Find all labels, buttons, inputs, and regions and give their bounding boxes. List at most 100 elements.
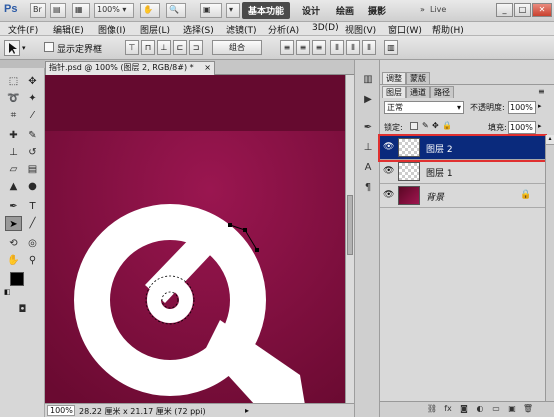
fill-dropdown-icon[interactable]: ▸ [538,122,542,130]
type-icon[interactable]: T [24,199,41,214]
lasso-icon[interactable]: ➰ [5,91,22,106]
healing-brush-icon[interactable]: ✚ [5,128,22,143]
pen-icon[interactable]: ✒ [5,199,22,214]
scroll-up-icon[interactable]: ▴ [546,135,554,145]
distribute-icon-5[interactable]: ⦀ [346,40,360,55]
visibility-eye-icon[interactable]: 👁 [383,166,395,178]
tab-paths[interactable]: 路径 [430,86,454,98]
clone-source-icon[interactable]: ⊥ [360,142,376,156]
minimize-button[interactable]: _ [496,3,513,17]
quick-mask-icon[interactable]: ◘ [14,302,31,317]
lock-image-icon[interactable]: ✎ [422,121,429,130]
menu-view[interactable]: 视图(V) [345,23,376,36]
cs-live-label[interactable]: Live [430,5,446,14]
preset-dropdown-icon[interactable]: ▾ [22,44,26,52]
move-icon[interactable]: ✥ [24,74,41,89]
align-middle-icon[interactable]: ⊓ [141,40,155,55]
maximize-button[interactable]: □ [514,3,531,17]
menu-window[interactable]: 窗口(W) [388,23,422,36]
auto-align-icon[interactable]: ▥ [384,40,398,55]
magic-wand-icon[interactable]: ✦ [24,91,41,106]
default-colors-icon[interactable]: ◧ [4,288,11,296]
layers-scrollbar[interactable]: ▴ [545,135,554,401]
gradient-icon[interactable]: ▤ [24,162,41,177]
arrange-documents-button[interactable]: ▣ [200,3,222,18]
history-brush-icon[interactable]: ↺ [24,145,41,160]
new-group-icon[interactable]: ▭ [490,404,502,415]
align-bottom-icon[interactable]: ⊥ [157,40,171,55]
distribute-icon-4[interactable]: ⦀ [330,40,344,55]
zoom-level-select[interactable]: 100% ▾ [94,3,134,18]
brush-icon[interactable]: ✎ [24,128,41,143]
menu-select[interactable]: 选择(S) [183,23,214,36]
delete-layer-icon[interactable]: 🗑 [522,404,534,415]
menu-filter[interactable]: 滤镜(T) [226,23,257,36]
tab-adjustments[interactable]: 调整 [382,72,406,84]
layer-name[interactable]: 背景 [426,190,444,203]
workspace-more-icon[interactable]: » [420,5,425,14]
path-selection-icon[interactable]: ➤ [5,216,22,231]
panel-menu-icon[interactable]: ≡ [538,87,545,96]
align-left-icon[interactable]: ⊏ [173,40,187,55]
close-tab-icon[interactable]: × [204,62,211,74]
clone-stamp-icon[interactable]: ⊥ [5,145,22,160]
menu-file[interactable]: 文件(F) [8,23,38,36]
eraser-icon[interactable]: ▱ [5,162,22,177]
crop-icon[interactable]: ⌗ [5,108,22,123]
actions-panel-icon[interactable]: ▶ [360,94,376,108]
menu-analysis[interactable]: 分析(A) [268,23,299,36]
visibility-eye-icon[interactable]: 👁 [383,190,395,202]
distribute-icon-3[interactable]: ≡ [312,40,326,55]
minibridge-button[interactable]: ▤ [50,3,66,18]
distribute-icon-1[interactable]: ≡ [280,40,294,55]
layer-name[interactable]: 图层 1 [426,166,453,179]
status-zoom-field[interactable]: 100% [47,405,75,416]
foreground-color-swatch[interactable] [10,272,24,286]
add-mask-icon[interactable]: ◙ [458,404,470,415]
view-extras-button[interactable]: ▦ [72,3,90,18]
zoom-tool-button[interactable]: 🔍 [166,3,186,18]
opacity-field[interactable]: 100% [508,101,536,114]
3d-orbit-icon[interactable]: ◎ [24,236,41,251]
history-panel-icon[interactable]: ▥ [360,74,376,88]
menu-help[interactable]: 帮助(H) [432,23,464,36]
align-right-icon[interactable]: ⊐ [189,40,203,55]
layer-row-background[interactable]: 👁 背景 🔒 [380,184,550,208]
lock-transparency-icon[interactable] [410,122,418,130]
tab-layers[interactable]: 图层 [382,86,406,98]
tab-masks[interactable]: 蒙版 [406,72,430,84]
rect-marquee-icon[interactable]: ⬚ [5,74,22,89]
move-tool-preset-icon[interactable] [4,40,20,56]
blend-mode-select[interactable]: 正常 ▾ [384,101,464,114]
character-panel-icon[interactable]: A [360,162,376,176]
workspace-design[interactable]: 设计 [296,2,326,19]
adjustment-layer-icon[interactable]: ◐ [474,404,486,415]
paragraph-panel-icon[interactable]: ¶ [360,182,376,196]
dodge-icon[interactable]: ● [24,179,41,194]
align-top-icon[interactable]: ⊤ [125,40,139,55]
hand-icon[interactable]: ✋ [5,253,22,268]
lock-position-icon[interactable]: ✥ [432,121,439,130]
scrollbar-thumb[interactable] [347,195,353,255]
link-layers-icon[interactable]: ⛓ [426,404,438,415]
menu-3d[interactable]: 3D(D) [312,23,339,33]
3d-rotate-icon[interactable]: ⟲ [5,236,22,251]
workspace-photography[interactable]: 摄影 [362,2,392,19]
workspace-painting[interactable]: 绘画 [330,2,360,19]
zoom-icon[interactable]: ⚲ [24,253,41,268]
lock-all-icon[interactable]: 🔒 [442,121,452,130]
canvas-vertical-scrollbar[interactable] [345,75,354,403]
status-menu-icon[interactable]: ▸ [245,406,249,415]
menu-image[interactable]: 图像(I) [98,23,126,36]
blur-icon[interactable]: ▲ [5,179,22,194]
canvas[interactable] [45,75,345,403]
hand-tool-button[interactable]: ✋ [140,3,160,18]
show-bounds-checkbox[interactable] [44,42,54,52]
layer-style-icon[interactable]: fx [442,404,454,415]
screen-mode-button[interactable]: ▾ [226,3,240,18]
fill-field[interactable]: 100% [508,121,536,134]
document-tab[interactable]: 指针.psd @ 100% (图层 2, RGB/8#) * × [45,61,215,75]
distribute-icon-2[interactable]: ≡ [296,40,310,55]
layer-row-1[interactable]: 👁 图层 1 [380,160,550,184]
eyedropper-icon[interactable]: ⁄ [24,108,41,123]
